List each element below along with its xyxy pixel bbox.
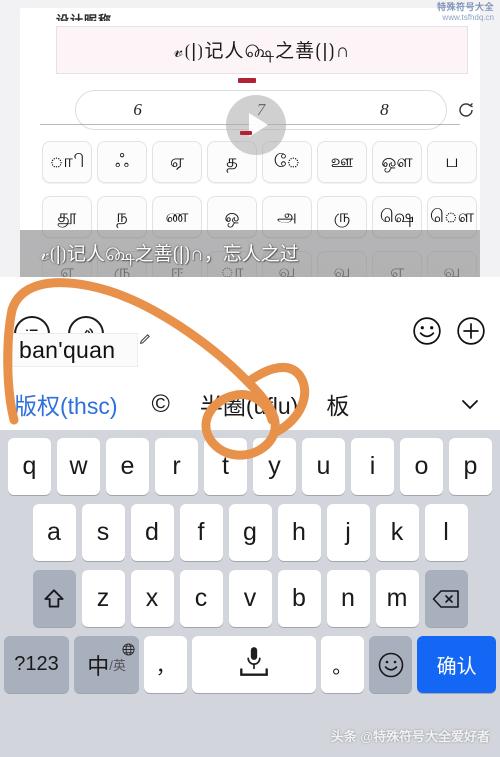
key-m[interactable]: m xyxy=(375,570,419,627)
play-button[interactable] xyxy=(226,95,286,155)
language-sub-label: /英 xyxy=(109,658,126,673)
key-l[interactable]: l xyxy=(424,504,468,561)
key-g[interactable]: g xyxy=(228,504,272,561)
video-scrubber-marker[interactable] xyxy=(238,78,256,83)
key-r[interactable]: r xyxy=(155,438,198,495)
keyboard-row-4: ?123 中/英 ， 。 确认 xyxy=(0,636,500,693)
nickname-text: 𝓋⟮|⟯记人௸之善⟮|⟯∩ xyxy=(173,40,351,62)
key-period[interactable]: 。 xyxy=(320,636,364,693)
key-c[interactable]: c xyxy=(179,570,223,627)
key-t[interactable]: t xyxy=(204,438,247,495)
subtitle-text: 𝓋⟮|⟯记人௸之善⟮|⟯∩，忘人之过 xyxy=(40,244,299,265)
key-b[interactable]: b xyxy=(277,570,321,627)
key-d[interactable]: d xyxy=(130,504,174,561)
key-f[interactable]: f xyxy=(179,504,223,561)
ime-panel: ban'quan 版权(thsc) © 半圈(uflu) 板 xyxy=(0,300,500,430)
microphone-icon xyxy=(225,644,283,686)
number-option-8[interactable]: 8 xyxy=(380,100,389,120)
chevron-down-icon[interactable] xyxy=(458,392,482,416)
language-switch-button[interactable]: 中/英 xyxy=(74,636,140,693)
space-key[interactable] xyxy=(192,636,316,693)
video-subtitle-bar: 𝓋⟮|⟯记人௸之善⟮|⟯∩，忘人之过 xyxy=(20,230,480,277)
field-label: 设计昵称 xyxy=(56,13,113,21)
virtual-keyboard: q w e r t y u i o p a s d f g h j k l z … xyxy=(0,430,500,757)
key-y[interactable]: y xyxy=(253,438,296,495)
backspace-icon[interactable] xyxy=(424,570,468,627)
nickname-input-box[interactable]: 𝓋⟮|⟯记人௸之善⟮|⟯∩ xyxy=(56,26,468,74)
symbol-key[interactable]: ஃ xyxy=(97,141,147,183)
pencil-icon[interactable] xyxy=(138,332,152,346)
key-q[interactable]: q xyxy=(8,438,51,495)
refresh-icon[interactable] xyxy=(456,100,476,120)
key-k[interactable]: k xyxy=(375,504,419,561)
candidate-item-3[interactable]: 半圈(uflu) xyxy=(200,387,298,421)
key-n[interactable]: n xyxy=(326,570,370,627)
candidate-item-2[interactable]: © xyxy=(152,390,170,419)
confirm-button[interactable]: 确认 xyxy=(417,636,497,693)
shift-icon[interactable] xyxy=(32,570,76,627)
key-o[interactable]: o xyxy=(400,438,443,495)
language-main-label: 中 xyxy=(87,653,110,679)
candidate-item-1[interactable]: 版权(thsc) xyxy=(14,387,118,421)
screenshot-root: 设计昵称 𝓋⟮|⟯记人௸之善⟮|⟯∩ 6 7 8 ாி ஃ ஏ த ே ஊ xyxy=(0,0,500,757)
key-w[interactable]: w xyxy=(57,438,100,495)
key-e[interactable]: e xyxy=(106,438,149,495)
ime-right-toolbar xyxy=(412,316,486,351)
number-option-6[interactable]: 6 xyxy=(133,100,142,120)
key-a[interactable]: a xyxy=(32,504,76,561)
key-p[interactable]: p xyxy=(449,438,492,495)
video-scrubber-handle[interactable] xyxy=(240,131,252,135)
key-h[interactable]: h xyxy=(277,504,321,561)
video-preview-area[interactable]: 设计昵称 𝓋⟮|⟯记人௸之善⟮|⟯∩ 6 7 8 ாி ஃ ஏ த ே ஊ xyxy=(0,0,500,277)
smiley-icon[interactable] xyxy=(368,636,413,693)
key-v[interactable]: v xyxy=(228,570,272,627)
symbol-key[interactable]: ாி xyxy=(42,141,92,183)
key-s[interactable]: s xyxy=(81,504,125,561)
symbol-key[interactable]: ப xyxy=(427,141,477,183)
key-x[interactable]: x xyxy=(130,570,174,627)
symbol-key[interactable]: ஏ xyxy=(152,141,202,183)
key-u[interactable]: u xyxy=(302,438,345,495)
key-j[interactable]: j xyxy=(326,504,370,561)
key-comma[interactable]: ， xyxy=(144,636,188,693)
symbol-key[interactable]: ஊ xyxy=(317,141,367,183)
keyboard-row-2: a s d f g h j k l xyxy=(0,504,500,561)
pinyin-value: ban'quan xyxy=(19,336,116,363)
symbols-toggle-button[interactable]: ?123 xyxy=(4,636,70,693)
candidate-row[interactable]: 版权(thsc) © 半圈(uflu) 板 xyxy=(0,380,500,428)
emoji-icon[interactable] xyxy=(412,316,442,351)
symbol-key[interactable]: ஒள xyxy=(372,141,422,183)
keyboard-row-1: q w e r t y u i o p xyxy=(0,438,500,495)
pinyin-input-field[interactable]: ban'quan xyxy=(12,333,138,367)
key-z[interactable]: z xyxy=(81,570,125,627)
globe-icon xyxy=(122,639,135,656)
candidate-item-4[interactable]: 板 xyxy=(326,387,349,421)
key-i[interactable]: i xyxy=(351,438,394,495)
plus-icon[interactable] xyxy=(456,316,486,351)
keyboard-row-3: z x c v b n m xyxy=(0,570,500,627)
